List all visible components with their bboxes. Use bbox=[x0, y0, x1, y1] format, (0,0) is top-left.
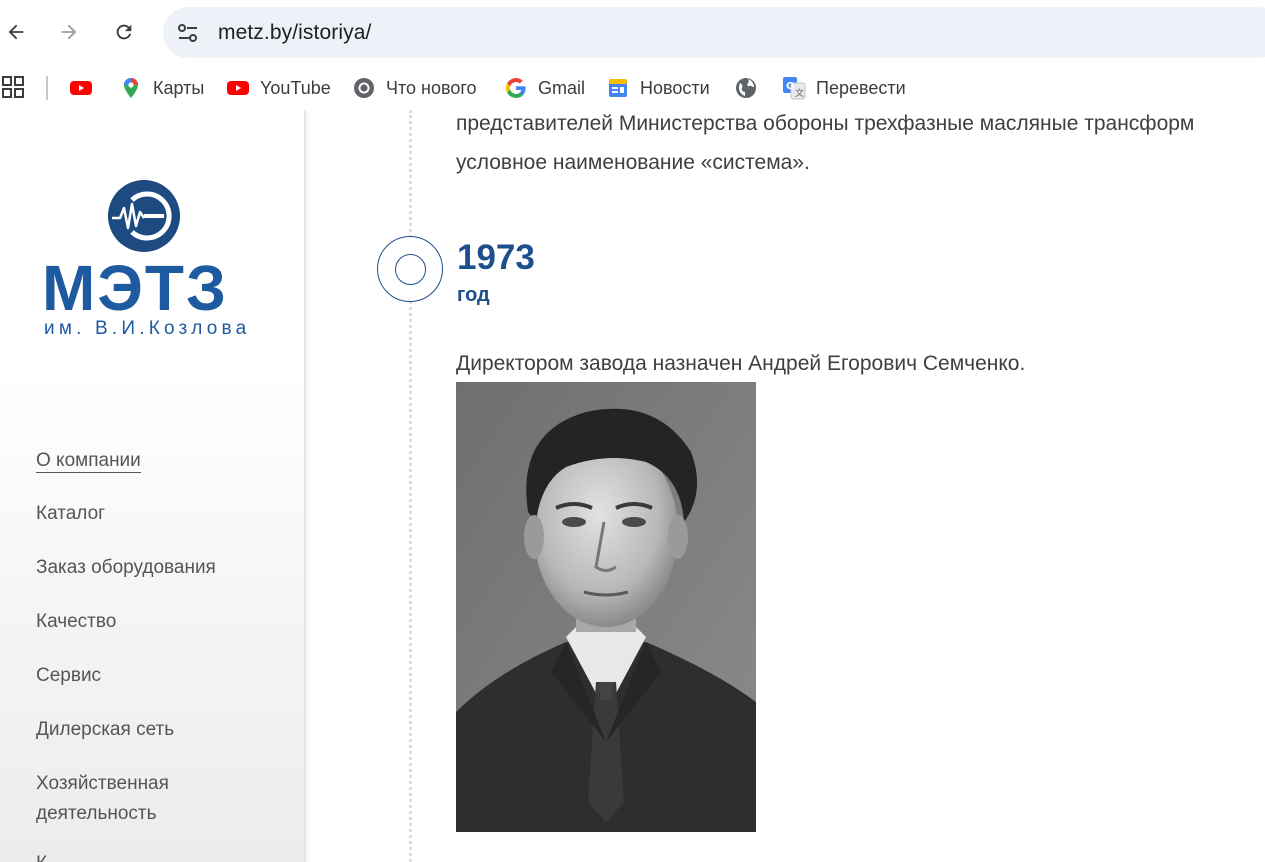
menu-item-order[interactable]: Заказ оборудования bbox=[36, 553, 216, 582]
timeline-marker-icon bbox=[377, 236, 443, 302]
bookmark-globe[interactable] bbox=[734, 72, 768, 104]
sidebar: МЭТЗ им. В.И.Козлова О компании Каталог … bbox=[0, 110, 306, 862]
menu-item-cut-off[interactable]: К... bbox=[36, 849, 63, 862]
google-g-icon bbox=[506, 78, 526, 98]
company-logo[interactable]: МЭТЗ им. В.И.Козлова bbox=[42, 178, 248, 340]
bookmark-maps[interactable]: Карты bbox=[119, 72, 204, 104]
reload-icon bbox=[116, 24, 132, 40]
bookmark-label: Gmail bbox=[538, 77, 586, 98]
menu-item-dealers[interactable]: Дилерская сеть bbox=[36, 715, 174, 744]
logo-subtitle: им. В.И.Козлова bbox=[44, 318, 251, 339]
timeline-year-unit: год bbox=[457, 284, 490, 306]
arrow-left-icon bbox=[8, 24, 24, 40]
reload-button[interactable] bbox=[106, 14, 142, 50]
bookmark-youtube-shortcut[interactable] bbox=[69, 72, 103, 104]
svg-text:文: 文 bbox=[795, 87, 804, 99]
web-page: МЭТЗ им. В.И.Козлова О компании Каталог … bbox=[0, 110, 1265, 862]
bookmark-translate[interactable]: G文 Перевести bbox=[782, 72, 906, 104]
chrome-icon bbox=[354, 78, 374, 98]
previous-entry-text: представителей Министерства обороны трех… bbox=[456, 112, 1195, 174]
address-bar[interactable]: metz.by/istoriya/ bbox=[163, 7, 1265, 58]
google-translate-icon: G文 bbox=[783, 77, 806, 100]
maps-pin-icon bbox=[124, 78, 138, 98]
forward-button[interactable] bbox=[51, 14, 87, 50]
bookmark-news[interactable]: Новости bbox=[606, 72, 710, 104]
timeline-line bbox=[409, 110, 412, 862]
timeline-year: 1973 bbox=[457, 238, 535, 277]
bookmark-whats-new[interactable]: Что нового bbox=[352, 72, 477, 104]
menu-item-economic-activity-line2[interactable]: деятельность bbox=[36, 799, 157, 828]
menu-item-quality[interactable]: Качество bbox=[36, 607, 116, 636]
menu-item-about[interactable]: О компании bbox=[36, 446, 141, 475]
bookmarks-bar: Карты YouTube Что нового Gmail Новости G… bbox=[0, 66, 1265, 110]
menu-item-catalog[interactable]: Каталог bbox=[36, 499, 105, 528]
bookmark-label: Перевести bbox=[816, 77, 906, 98]
youtube-icon bbox=[227, 81, 249, 95]
svg-text:G: G bbox=[786, 81, 794, 92]
bookmark-youtube[interactable]: YouTube bbox=[226, 72, 331, 104]
bookmark-label: Новости bbox=[640, 77, 710, 98]
director-portrait-photo bbox=[456, 382, 756, 832]
logo-wordmark: МЭТЗ bbox=[42, 252, 229, 324]
site-settings-icon[interactable] bbox=[175, 20, 201, 46]
arrow-right-icon bbox=[61, 24, 77, 40]
portrait-image bbox=[456, 382, 756, 832]
logo-emblem-icon bbox=[108, 180, 180, 252]
bookmark-gmail[interactable]: Gmail bbox=[504, 72, 585, 104]
bookmark-label: YouTube bbox=[260, 77, 331, 98]
browser-toolbar: metz.by/istoriya/ bbox=[0, 0, 1265, 66]
menu-item-service[interactable]: Сервис bbox=[36, 661, 101, 690]
bookmark-label: Что нового bbox=[386, 77, 477, 98]
timeline-entry-text: Директором завода назначен Андрей Егоров… bbox=[456, 352, 1026, 375]
menu-item-economic-activity[interactable]: Хозяйственная bbox=[36, 769, 169, 798]
back-button[interactable] bbox=[0, 14, 34, 50]
globe-icon bbox=[736, 78, 756, 98]
youtube-icon bbox=[70, 81, 92, 95]
bookmarks-separator bbox=[46, 76, 48, 100]
bookmark-label: Карты bbox=[153, 77, 205, 98]
google-news-icon bbox=[609, 79, 627, 97]
url-text[interactable]: metz.by/istoriya/ bbox=[218, 21, 371, 45]
apps-grid-icon[interactable] bbox=[2, 76, 24, 98]
